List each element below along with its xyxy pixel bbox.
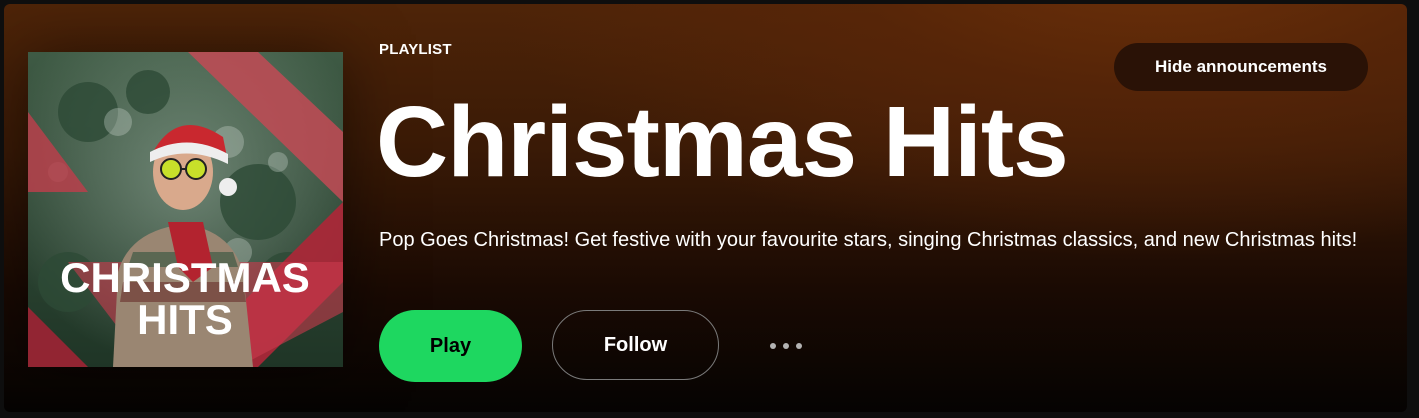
play-button[interactable]: Play [379,310,522,382]
hide-announcements-button[interactable]: Hide announcements [1114,43,1368,91]
cover-title-line2: HITS [137,296,233,343]
playlist-banner: CHRISTMAS HITS PLAYLIST Christmas Hits P… [4,4,1407,412]
cover-artwork-image: CHRISTMAS HITS [28,52,343,367]
playlist-description: Pop Goes Christmas! Get festive with you… [379,229,1358,251]
playlist-type-label: PLAYLIST [379,41,452,58]
follow-button[interactable]: Follow [552,310,719,380]
more-options-button[interactable] [759,332,813,360]
playlist-title: Christmas Hits [376,86,1069,198]
playlist-cover-art: CHRISTMAS HITS [28,52,343,367]
more-horizontal-icon [770,343,802,349]
page-frame: CHRISTMAS HITS PLAYLIST Christmas Hits P… [0,0,1419,418]
cover-title-line1: CHRISTMAS [60,254,310,301]
